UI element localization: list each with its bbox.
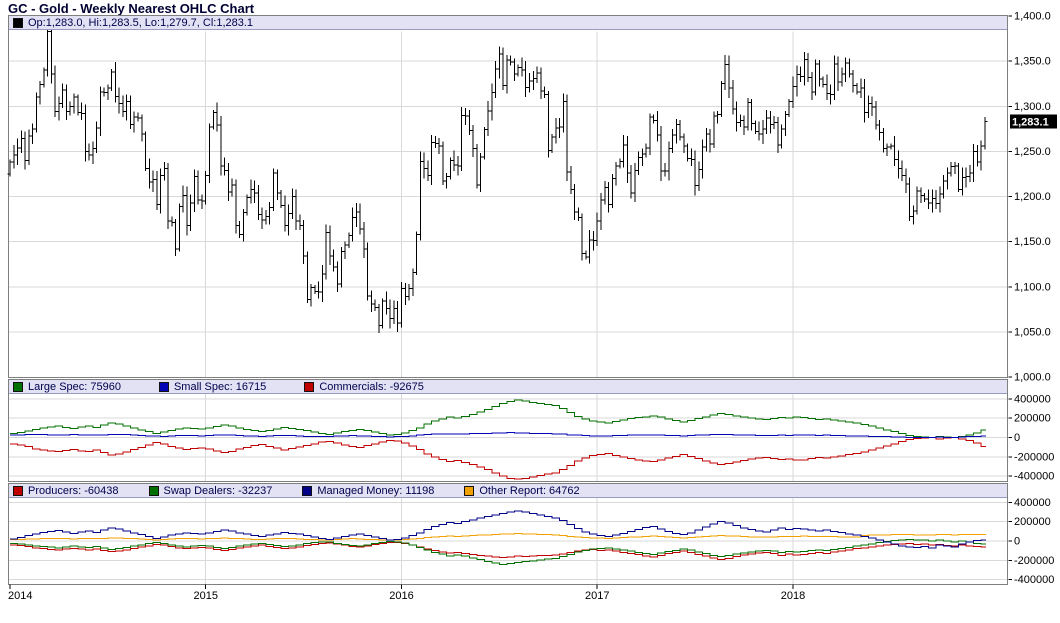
producers-swatch-icon (13, 486, 23, 496)
x-axis-year-label: 2015 (194, 590, 218, 602)
ohlc-swatch-icon (13, 18, 23, 28)
cot-legend: Large Spec: 75960 Small Spec: 16715 Comm… (9, 380, 1007, 394)
disagg-axis-label: -400000 (1014, 574, 1054, 586)
cot-axis-label: 0 (1014, 432, 1020, 444)
ohlc-bars (8, 21, 988, 332)
large-spec-swatch-icon (13, 382, 23, 392)
swap-dealers-legend-item: Swap Dealers: -32237 (149, 485, 273, 497)
price-axis-label: 1,300.0 (1014, 101, 1051, 113)
price-axis-label: 1,200.0 (1014, 191, 1051, 203)
swap-dealers-label: Swap Dealers: -32237 (164, 485, 273, 497)
last-price-label: 1,283.1 (1012, 117, 1049, 129)
disagg-axis-label: 400000 (1014, 497, 1051, 509)
ohlc-legend-item: Op:1,283.0, Hi:1,283.5, Lo:1,279.7, Cl:1… (13, 17, 253, 29)
small-spec-swatch-icon (159, 382, 169, 392)
other-report-label: Other Report: 64762 (479, 485, 579, 497)
cot-axis-label: -200000 (1014, 451, 1054, 463)
ohlc-chart-page: GC - Gold - Weekly Nearest OHLC Chart 1,… (0, 0, 1060, 623)
x-axis-year-label: 2018 (781, 590, 805, 602)
x-axis-year-label: 2016 (389, 590, 413, 602)
commercials-label: Commercials: -92675 (319, 381, 424, 393)
large-spec-legend-item: Large Spec: 75960 (13, 381, 121, 393)
disagg-legend: Producers: -60438 Swap Dealers: -32237 M… (9, 484, 1007, 498)
cot-axis-label: 400000 (1014, 393, 1051, 405)
charts-canvas: 1,400.0 1,350.0 1,300.0 1,250.0 1,200.0 1,150… (0, 0, 1060, 623)
cot-axis-label: -400000 (1014, 471, 1054, 483)
commercials-swatch-icon (304, 382, 314, 392)
disagg-other-report-line (10, 534, 986, 541)
disagg-axis-label: 0 (1014, 536, 1020, 548)
ohlc-legend-label: Op:1,283.0, Hi:1,283.5, Lo:1,279.7, Cl:1… (28, 17, 253, 29)
price-axis-label: 1,100.0 (1014, 281, 1051, 293)
cot-commercials-line (10, 438, 986, 480)
price-axis-label: 1,150.0 (1014, 236, 1051, 248)
commercials-legend-item: Commercials: -92675 (304, 381, 424, 393)
price-axis-label: 1,050.0 (1014, 326, 1051, 338)
producers-legend-item: Producers: -60438 (13, 485, 119, 497)
other-report-legend-item: Other Report: 64762 (464, 485, 579, 497)
price-axis-label: 1,400.0 (1014, 11, 1051, 23)
small-spec-legend-item: Small Spec: 16715 (159, 381, 266, 393)
managed-money-label: Managed Money: 11198 (317, 485, 434, 497)
large-spec-label: Large Spec: 75960 (28, 381, 121, 393)
disagg-producers-line (10, 542, 986, 559)
producers-label: Producers: -60438 (28, 485, 119, 497)
swap-dealers-swatch-icon (149, 486, 159, 496)
ohlc-legend: Op:1,283.0, Hi:1,283.5, Lo:1,279.7, Cl:1… (9, 16, 1007, 30)
small-spec-label: Small Spec: 16715 (174, 381, 266, 393)
managed-money-legend-item: Managed Money: 11198 (302, 485, 434, 497)
x-axis-year-label: 2017 (585, 590, 609, 602)
other-report-swatch-icon (464, 486, 474, 496)
cot-axis-label: 200000 (1014, 413, 1051, 425)
disagg-axis-label: 200000 (1014, 516, 1051, 528)
cot-panel-border (9, 380, 1008, 482)
price-axis-label: 1,250.0 (1014, 146, 1051, 158)
managed-money-swatch-icon (302, 486, 312, 496)
x-axis-year-label: 2014 (8, 590, 32, 602)
disagg-axis-label: -200000 (1014, 555, 1054, 567)
price-axis-label: 1,350.0 (1014, 56, 1051, 68)
price-axis-label: 1,000.0 (1014, 372, 1051, 384)
